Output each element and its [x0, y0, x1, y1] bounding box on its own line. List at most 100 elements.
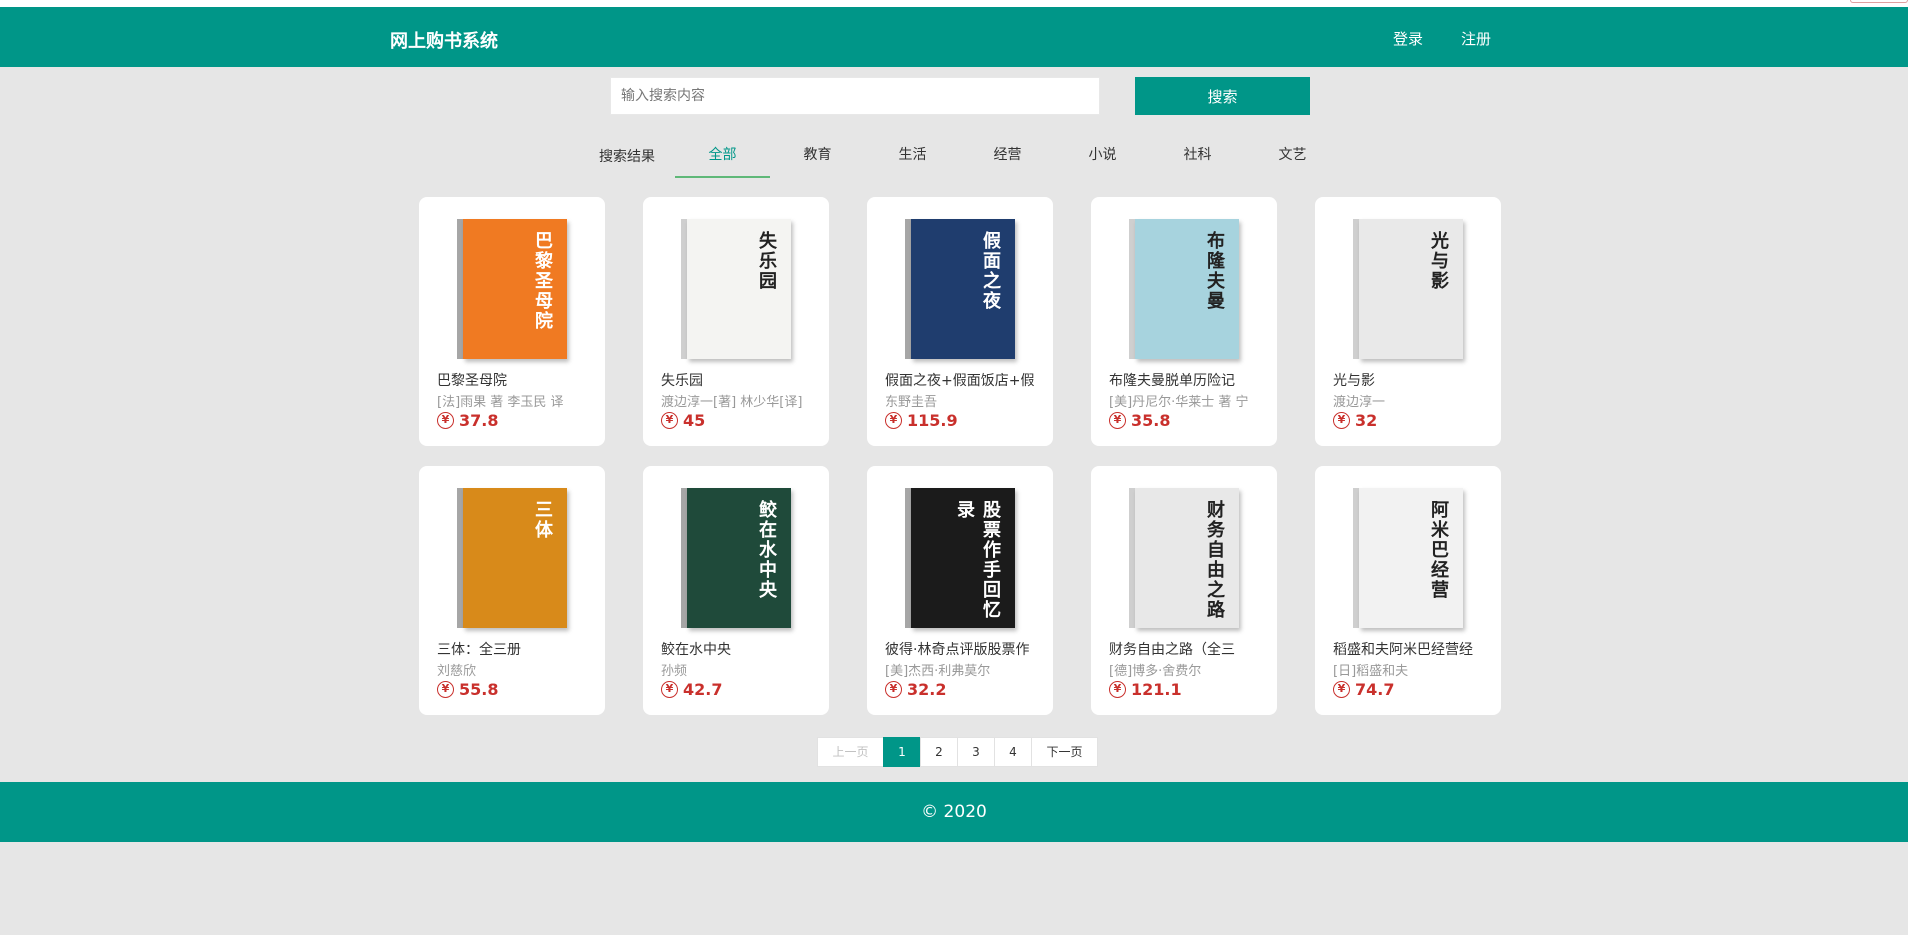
- book-title[interactable]: 彼得·林奇点评版股票作: [885, 639, 1045, 659]
- cover-title: 股票作手回忆录: [954, 500, 1001, 620]
- book-title[interactable]: 光与影: [1333, 370, 1493, 390]
- tab-2[interactable]: 生活: [865, 140, 960, 178]
- book-title[interactable]: 假面之夜+假面饭店+假: [885, 370, 1045, 390]
- yen-icon: ¥: [437, 681, 454, 698]
- book-card[interactable]: 失乐园 失乐园 渡边淳一[著] 林少华[译] ¥45: [643, 197, 829, 446]
- book-title[interactable]: 三体：全三册: [437, 639, 597, 659]
- book-author: [法]雨果 著 李玉民 译: [437, 395, 564, 410]
- category-tabs: 搜索结果 全部 教育 生活 经营 小说 社科 文艺: [580, 140, 1307, 178]
- book-cover-image[interactable]: 假面之夜: [905, 219, 1015, 359]
- book-price: ¥42.7: [661, 680, 722, 699]
- search-input[interactable]: [610, 77, 1100, 115]
- register-link[interactable]: 注册: [1461, 28, 1491, 49]
- book-author: 渡边淳一: [1333, 395, 1386, 410]
- cover-title: 假面之夜: [980, 231, 1001, 311]
- book-card[interactable]: 财务自由之路 财务自由之路（全三 [德]博多·舍费尔 ¥121.1: [1091, 466, 1277, 715]
- tab-1[interactable]: 教育: [770, 140, 865, 178]
- book-card[interactable]: 光与影 光与影 渡边淳一 ¥32: [1315, 197, 1501, 446]
- book-cover-image[interactable]: 三体: [457, 488, 567, 628]
- price-value: 37.8: [459, 411, 499, 430]
- login-link[interactable]: 登录: [1393, 28, 1423, 49]
- book-cover-image[interactable]: 光与影: [1353, 219, 1463, 359]
- book-cover-image[interactable]: 股票作手回忆录: [905, 488, 1015, 628]
- tab-5[interactable]: 社科: [1150, 140, 1245, 178]
- book-author: 孙频: [661, 664, 688, 679]
- book-card[interactable]: 假面之夜假面之夜+假面饭店+假东野圭吾 ¥115.9: [867, 197, 1053, 446]
- yen-icon: ¥: [661, 681, 678, 698]
- yen-icon: ¥: [885, 412, 902, 429]
- book-front: 布隆夫曼: [1135, 219, 1239, 359]
- page-button[interactable]: 2: [920, 737, 958, 767]
- cover-title: 布隆夫曼: [1204, 231, 1225, 311]
- search-button[interactable]: 搜索: [1135, 77, 1310, 115]
- page-button[interactable]: 4: [994, 737, 1032, 767]
- book-card[interactable]: 三体三体：全三册刘慈欣 ¥55.8: [419, 466, 605, 715]
- cover-title: 财务自由之路: [1204, 500, 1225, 620]
- book-price: ¥32.2: [885, 680, 946, 699]
- book-author: 刘慈欣: [437, 664, 477, 679]
- book-title[interactable]: 财务自由之路（全三: [1109, 639, 1269, 659]
- yen-icon: ¥: [1333, 412, 1350, 429]
- price-value: 55.8: [459, 680, 499, 699]
- price-value: 45: [683, 411, 706, 430]
- book-title[interactable]: 巴黎圣母院: [437, 370, 597, 390]
- yen-icon: ¥: [885, 681, 902, 698]
- yen-icon: ¥: [661, 412, 678, 429]
- book-title[interactable]: 布隆夫曼脱单历险记: [1109, 370, 1269, 390]
- book-author: [德]博多·舍费尔: [1109, 664, 1202, 679]
- tab-6[interactable]: 文艺: [1245, 140, 1340, 178]
- top-strip: [0, 0, 1908, 7]
- price-value: 121.1: [1131, 680, 1182, 699]
- book-card[interactable]: 股票作手回忆录 彼得·林奇点评版股票作 [美]杰西·利弗莫尔 ¥32.2: [867, 466, 1053, 715]
- book-cover-image[interactable]: 巴黎圣母院: [457, 219, 567, 359]
- tab-4[interactable]: 小说: [1055, 140, 1150, 178]
- book-cover-image[interactable]: 阿米巴经营: [1353, 488, 1463, 628]
- price-value: 74.7: [1355, 680, 1395, 699]
- book-price: ¥121.1: [1109, 680, 1182, 699]
- book-card[interactable]: 阿米巴经营稻盛和夫阿米巴经营经 [日]稻盛和夫 ¥74.7: [1315, 466, 1501, 715]
- price-value: 32: [1355, 411, 1378, 430]
- yen-icon: ¥: [437, 412, 454, 429]
- book-price: ¥35.8: [1109, 411, 1170, 430]
- tab-3[interactable]: 经营: [960, 140, 1055, 178]
- book-front: 股票作手回忆录: [911, 488, 1015, 628]
- book-price: ¥37.8: [437, 411, 498, 430]
- footer: © 2020: [0, 782, 1908, 842]
- book-card[interactable]: 布隆夫曼 布隆夫曼脱单历险记 [美]丹尼尔·华莱士 著 宁 ¥35.8: [1091, 197, 1277, 446]
- cover-title: 光与影: [1428, 231, 1449, 291]
- book-front: 假面之夜: [911, 219, 1015, 359]
- book-author: 渡边淳一[著] 林少华[译]: [661, 395, 803, 410]
- page-button[interactable]: 1: [883, 737, 921, 767]
- price-value: 35.8: [1131, 411, 1171, 430]
- cover-title: 阿米巴经营: [1428, 500, 1449, 600]
- book-cover-image[interactable]: 布隆夫曼: [1129, 219, 1239, 359]
- next-page-button[interactable]: 下一页: [1031, 737, 1098, 767]
- book-cover-image[interactable]: 财务自由之路: [1129, 488, 1239, 628]
- page-button[interactable]: 3: [957, 737, 995, 767]
- cover-title: 失乐园: [756, 231, 777, 291]
- tab-0[interactable]: 全部: [675, 140, 770, 178]
- book-cover-image[interactable]: 鲛在水中央: [681, 488, 791, 628]
- top-nav-bar: 网上购书系统 登录 注册: [0, 7, 1908, 67]
- book-title[interactable]: 失乐园: [661, 370, 821, 390]
- yen-icon: ¥: [1109, 412, 1126, 429]
- book-front: 鲛在水中央: [687, 488, 791, 628]
- book-author: [日]稻盛和夫: [1333, 664, 1409, 679]
- corner-widget: [1850, 0, 1908, 3]
- book-cover-image[interactable]: 失乐园: [681, 219, 791, 359]
- prev-page-button[interactable]: 上一页: [817, 737, 884, 767]
- book-price: ¥74.7: [1333, 680, 1394, 699]
- book-front: 巴黎圣母院: [463, 219, 567, 359]
- site-brand[interactable]: 网上购书系统: [390, 27, 498, 53]
- yen-icon: ¥: [1109, 681, 1126, 698]
- book-author: [美]丹尼尔·华莱士 著 宁: [1109, 395, 1249, 410]
- book-price: ¥45: [661, 411, 705, 430]
- book-card[interactable]: 巴黎圣母院 巴黎圣母院 [法]雨果 著 李玉民 译 ¥37.8: [419, 197, 605, 446]
- book-title[interactable]: 鲛在水中央: [661, 639, 821, 659]
- book-card[interactable]: 鲛在水中央 鲛在水中央 孙频 ¥42.7: [643, 466, 829, 715]
- book-front: 失乐园: [687, 219, 791, 359]
- book-front: 财务自由之路: [1135, 488, 1239, 628]
- book-title[interactable]: 稻盛和夫阿米巴经营经: [1333, 639, 1493, 659]
- book-author: 东野圭吾: [885, 395, 938, 410]
- book-price: ¥115.9: [885, 411, 958, 430]
